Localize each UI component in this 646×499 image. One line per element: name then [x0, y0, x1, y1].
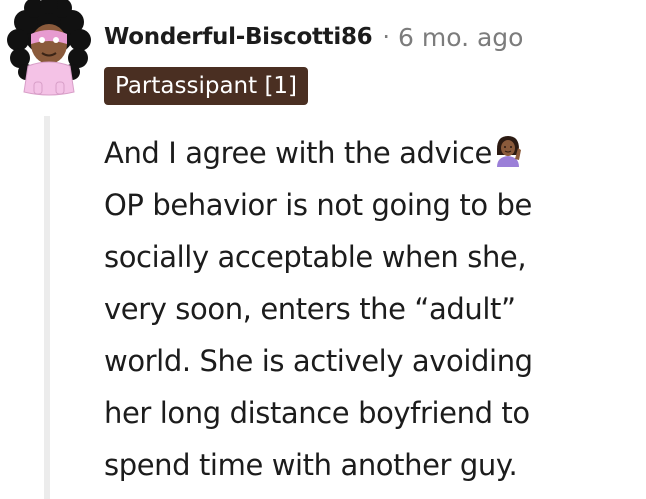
body-line: spend time with another guy. — [104, 448, 518, 482]
user-avatar[interactable] — [4, 0, 94, 100]
user-flair: Partassipant [1] — [104, 67, 309, 105]
body-line: very soon, enters the “adult” — [104, 292, 516, 326]
body-line: socially acceptable when she, — [104, 240, 527, 274]
body-line: OP behavior is not going to be — [104, 188, 532, 222]
thread-line[interactable] — [44, 116, 50, 499]
body-line: world. She is actively avoiding — [104, 344, 533, 378]
comment: Wonderful-Biscotti86 · 6 mo. ago Partass… — [0, 0, 646, 499]
body-line: And I agree with the advice — [104, 136, 492, 170]
comment-timestamp[interactable]: 6 mo. ago — [398, 23, 523, 52]
body-line: her long distance boyfriend to — [104, 396, 530, 430]
author-username[interactable]: Wonderful-Biscotti86 — [104, 24, 373, 50]
comment-body: And I agree with the advice OP behavior i… — [104, 127, 634, 491]
woman-tipping-hand-emoji — [496, 136, 521, 167]
meta-separator: · — [382, 23, 391, 51]
comment-header: Wonderful-Biscotti86 · 6 mo. ago — [104, 17, 523, 57]
